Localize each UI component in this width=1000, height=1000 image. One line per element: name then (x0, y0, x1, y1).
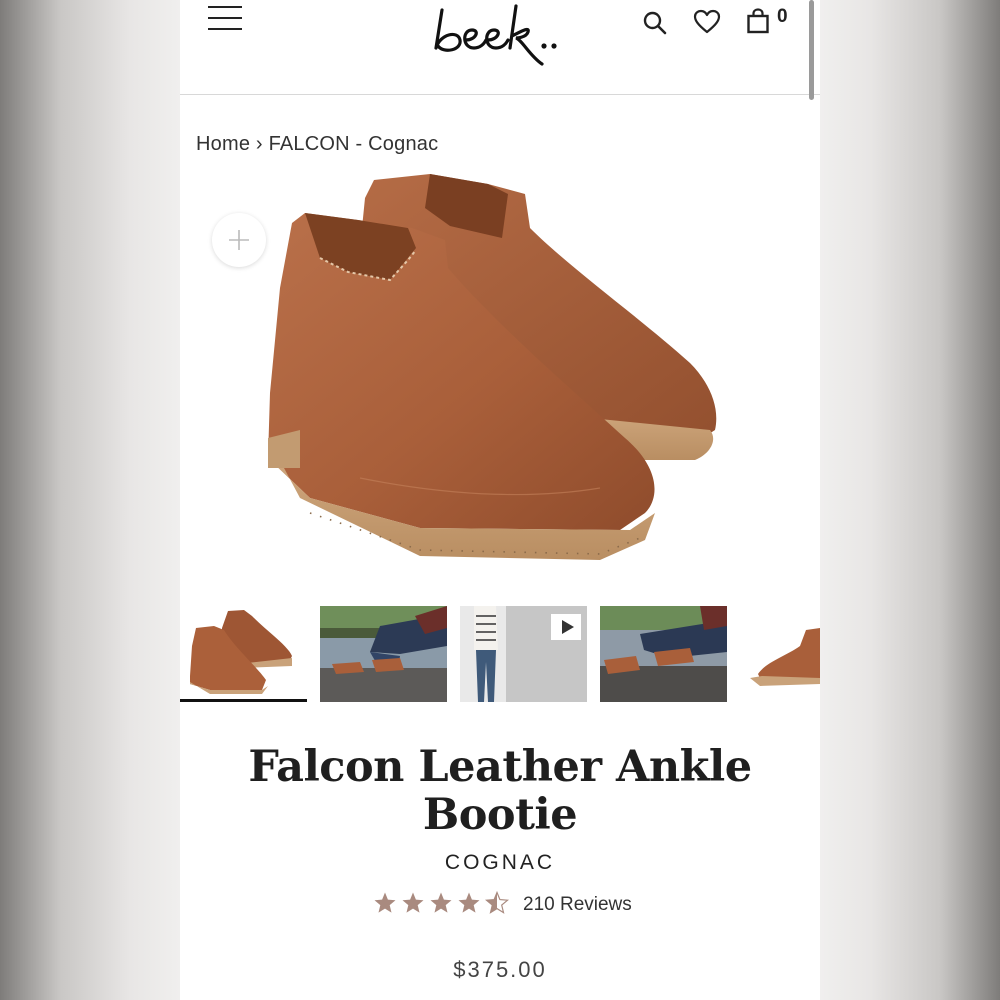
product-price: $375.00 (453, 957, 547, 982)
breadcrumb-separator: › (255, 133, 263, 155)
star-rating-icon (374, 891, 509, 914)
breadcrumb-current: FALCON - Cognac (268, 133, 439, 155)
menu-icon[interactable] (208, 6, 242, 32)
active-thumbnail-indicator (180, 699, 307, 702)
thumbnail-strip (180, 606, 820, 706)
brand-logo[interactable] (430, 0, 570, 80)
breadcrumb: Home › FALCON - Cognac (196, 133, 438, 156)
product-color: COGNAC (444, 851, 556, 874)
thumbnail-model-seated[interactable] (320, 606, 447, 702)
thumbnail-boot-side[interactable] (740, 606, 820, 702)
mobile-page: 0 Home › FALCON - Cognac Falcon Leather … (180, 0, 820, 1000)
product-main-image[interactable] (240, 168, 800, 588)
reviews-link[interactable]: 210 Reviews (523, 894, 632, 916)
site-header: 0 (180, 0, 820, 100)
search-icon[interactable] (642, 10, 668, 36)
play-icon[interactable] (559, 619, 575, 635)
cart-count: 0 (777, 6, 788, 27)
plus-icon (229, 230, 249, 250)
zoom-button[interactable] (212, 213, 266, 267)
thumbnail-model-seated-closeup[interactable] (600, 606, 727, 702)
heart-icon[interactable] (693, 9, 721, 35)
bag-icon[interactable] (746, 8, 770, 34)
scrollbar[interactable] (809, 0, 814, 100)
thumbnail-boots-pair[interactable] (180, 606, 307, 702)
breadcrumb-home[interactable]: Home (196, 133, 250, 155)
thumbnail-model-standing-video[interactable] (460, 606, 587, 702)
product-title: Falcon Leather Ankle Bootie (248, 742, 752, 840)
